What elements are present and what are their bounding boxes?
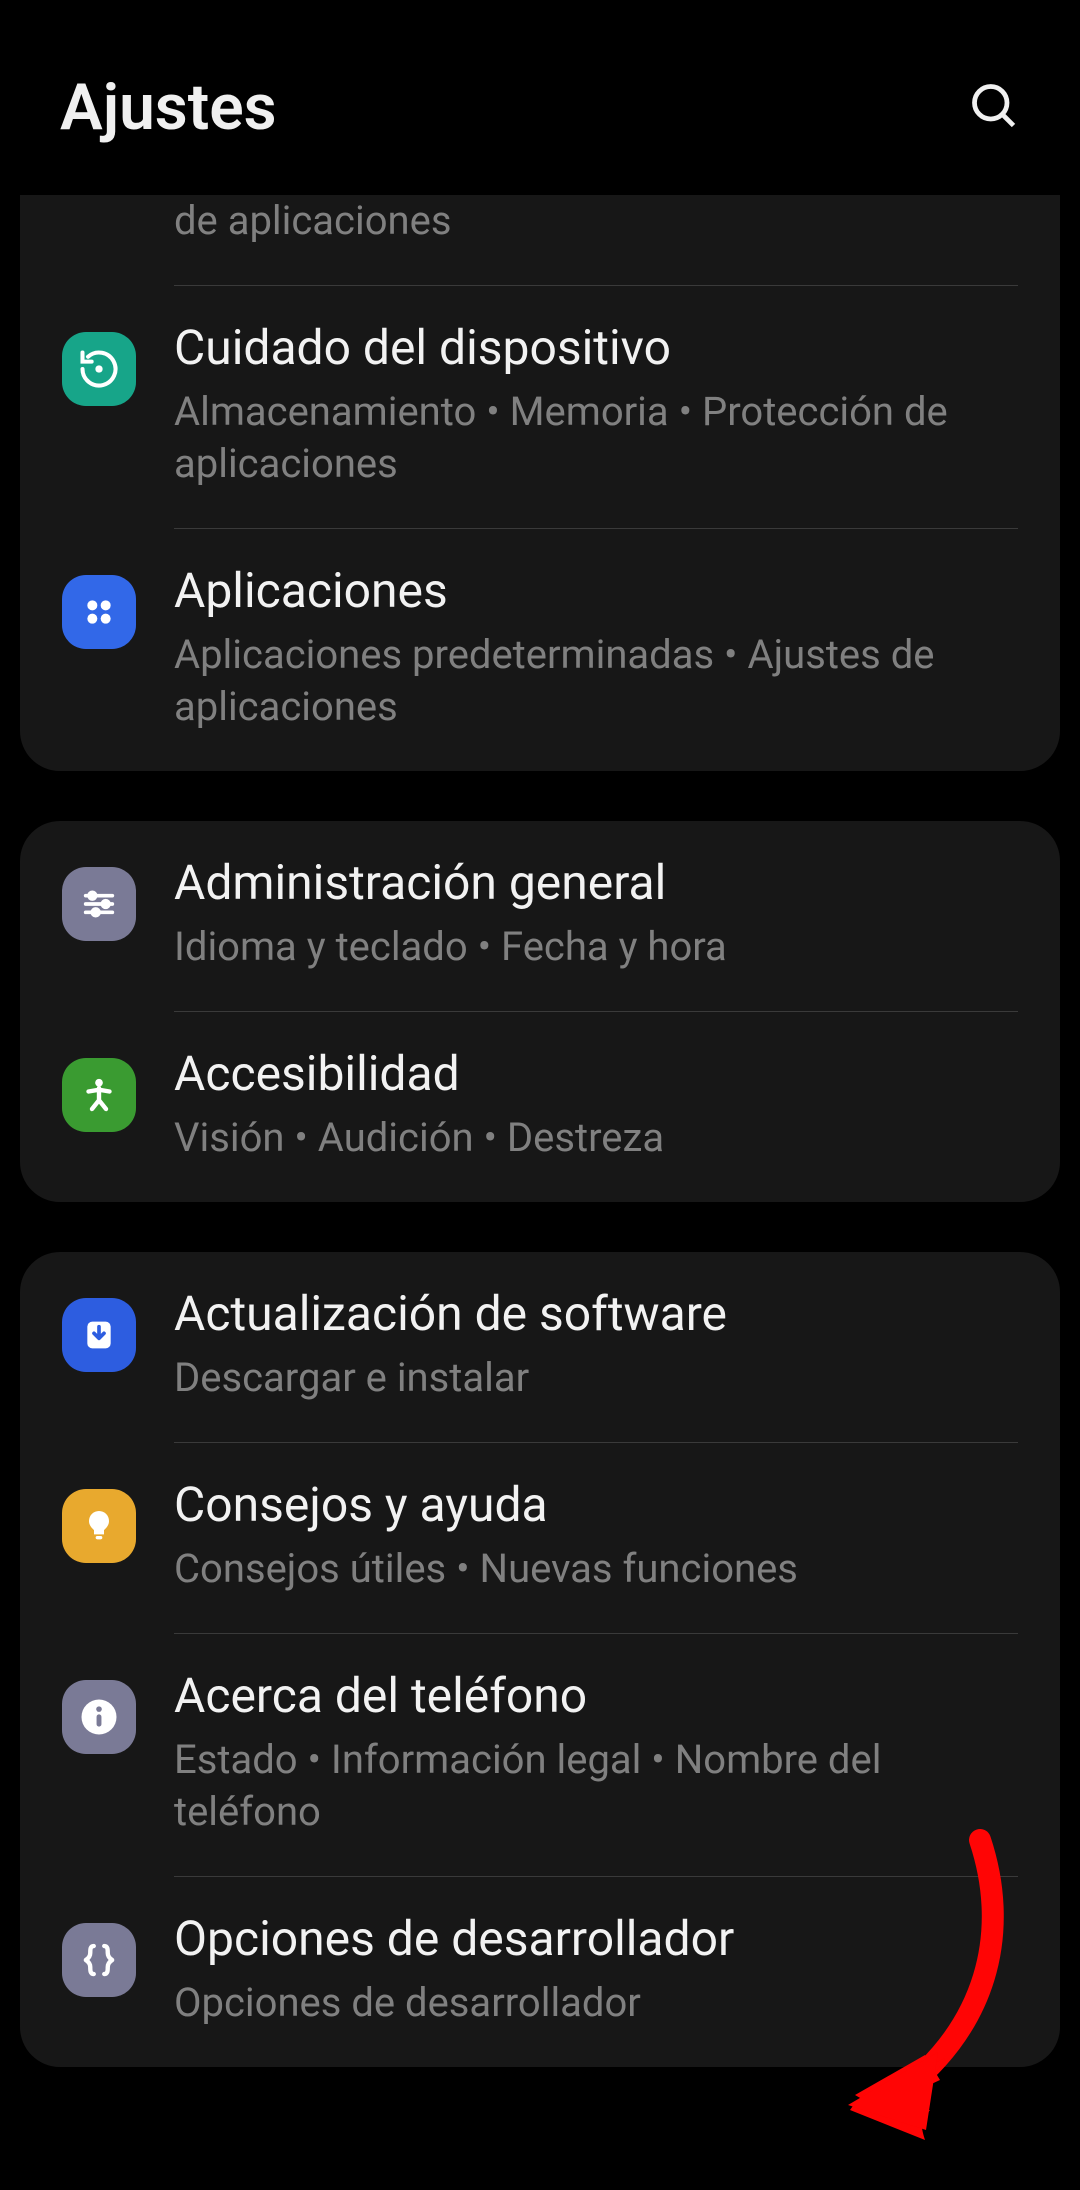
item-subtitle: Almacenamiento • Memoria • Protección de… — [174, 386, 1018, 490]
settings-item-general-management[interactable]: Administración general Idioma y teclado … — [20, 821, 1060, 1011]
page-title: Ajustes — [60, 70, 277, 145]
settings-item-truncated[interactable]: de aplicaciones — [20, 195, 1060, 285]
item-subtitle: Aplicaciones predeterminadas • Ajustes d… — [174, 629, 1018, 733]
item-title: Aplicaciones — [174, 561, 1018, 621]
settings-item-device-care[interactable]: Cuidado del dispositivo Almacenamiento •… — [20, 286, 1060, 528]
item-title: Actualización de software — [174, 1284, 1018, 1344]
item-subtitle: Consejos útiles • Nuevas funciones — [174, 1543, 1018, 1595]
item-subtitle: de aplicaciones — [174, 195, 1018, 247]
settings-item-accessibility[interactable]: Accesibilidad Visión • Audición • Destre… — [20, 1012, 1060, 1202]
refresh-icon — [62, 332, 136, 406]
item-subtitle: Opciones de desarrollador — [174, 1977, 1018, 2029]
settings-item-tips-help[interactable]: Consejos y ayuda Consejos útiles • Nueva… — [20, 1443, 1060, 1633]
item-subtitle: Descargar e instalar — [174, 1352, 1018, 1404]
search-icon — [968, 80, 1020, 132]
settings-item-software-update[interactable]: Actualización de software Descargar e in… — [20, 1252, 1060, 1442]
item-title: Cuidado del dispositivo — [174, 318, 1018, 378]
info-icon — [62, 1680, 136, 1754]
item-title: Opciones de desarrollador — [174, 1909, 1018, 1969]
lightbulb-icon — [62, 1489, 136, 1563]
settings-group-3: Actualización de software Descargar e in… — [20, 1252, 1060, 2067]
header: Ajustes — [0, 0, 1080, 195]
settings-item-developer-options[interactable]: Opciones de desarrollador Opciones de de… — [20, 1877, 1060, 2067]
item-title: Accesibilidad — [174, 1044, 1018, 1104]
item-title: Administración general — [174, 853, 1018, 913]
braces-icon — [62, 1923, 136, 1997]
four-dots-icon — [62, 575, 136, 649]
settings-item-applications[interactable]: Aplicaciones Aplicaciones predeterminada… — [20, 529, 1060, 771]
item-subtitle: Idioma y teclado • Fecha y hora — [174, 921, 1018, 973]
settings-item-about-phone[interactable]: Acerca del teléfono Estado • Información… — [20, 1634, 1060, 1876]
item-subtitle: Estado • Información legal • Nombre del … — [174, 1734, 1018, 1838]
item-title: Consejos y ayuda — [174, 1475, 1018, 1535]
item-subtitle: Visión • Audición • Destreza — [174, 1112, 1018, 1164]
item-title: Acerca del teléfono — [174, 1666, 1018, 1726]
sliders-icon — [62, 867, 136, 941]
settings-group-2: Administración general Idioma y teclado … — [20, 821, 1060, 1202]
search-button[interactable] — [968, 80, 1020, 136]
settings-group-1: de aplicaciones Cuidado del dispositivo … — [20, 195, 1060, 771]
download-icon — [62, 1298, 136, 1372]
person-icon — [62, 1058, 136, 1132]
